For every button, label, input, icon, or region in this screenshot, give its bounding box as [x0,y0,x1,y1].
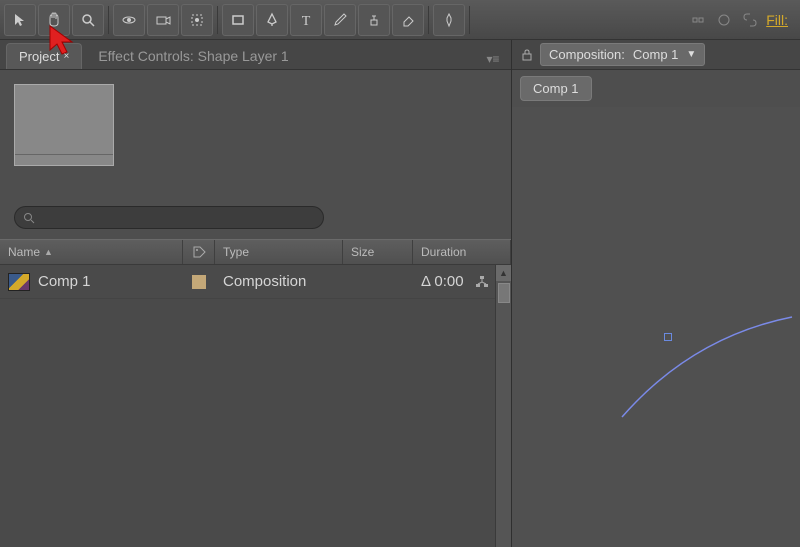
close-icon[interactable]: × [63,51,69,62]
sort-ascending-icon: ▲ [44,247,53,257]
lock-icon[interactable] [520,48,534,62]
composition-thumbnail[interactable] [14,84,114,166]
pen-tool[interactable] [256,4,288,36]
chevron-down-icon: ▼ [686,49,696,60]
project-panel: Project × Effect Controls: Shape Layer 1… [0,40,512,547]
column-type[interactable]: Type [215,240,343,264]
eraser-tool[interactable] [392,4,424,36]
tab-effect-controls[interactable]: Effect Controls: Shape Layer 1 [86,43,300,69]
vertical-scrollbar[interactable]: ▲ [495,265,511,547]
brush-tool[interactable] [324,4,356,36]
table-row[interactable]: Comp 1 Composition Δ 0:00 [0,265,495,299]
column-duration-label: Duration [421,245,466,259]
composition-panel: Composition: Comp 1 ▼ Comp 1 [512,40,800,547]
link-icon[interactable] [740,10,760,30]
pin-tool[interactable] [433,4,465,36]
main-area: Project × Effect Controls: Shape Layer 1… [0,40,800,547]
tag-icon [192,245,206,259]
separator [469,6,470,34]
composition-icon [8,273,30,291]
project-list: Comp 1 Composition Δ 0:00 [0,265,511,547]
selection-tool[interactable] [4,4,36,36]
clone-stamp-tool[interactable] [358,4,390,36]
toggle-icon[interactable] [714,10,734,30]
scroll-up-icon[interactable]: ▲ [496,265,511,281]
row-duration: Δ 0:00 [421,273,464,290]
tab-comp1[interactable]: Comp 1 [520,76,592,101]
snap-icon[interactable] [688,10,708,30]
orbit-tool[interactable] [113,4,145,36]
search-row [0,200,511,239]
zoom-tool[interactable] [72,4,104,36]
camera-tool[interactable] [147,4,179,36]
panel-menu-icon[interactable]: ▾≡ [481,49,505,69]
label-swatch[interactable] [192,275,206,289]
column-size[interactable]: Size [343,240,413,264]
composition-label: Composition: [549,47,625,62]
composition-header: Composition: Comp 1 ▼ [512,40,800,70]
column-size-label: Size [351,245,374,259]
separator [108,6,109,34]
composition-selector[interactable]: Composition: Comp 1 ▼ [540,43,705,66]
separator [428,6,429,34]
flowchart-icon[interactable] [475,275,489,289]
pan-behind-tool[interactable] [181,4,213,36]
row-name: Comp 1 [38,273,91,290]
composition-name: Comp 1 [633,47,679,62]
thumbnail-area [0,70,511,200]
rectangle-tool[interactable] [222,4,254,36]
hand-tool[interactable] [38,4,70,36]
main-toolbar: T Fill: [0,0,800,40]
column-tag[interactable] [183,240,215,264]
shape-path[interactable] [612,307,800,427]
tab-project-label: Project [19,49,59,64]
project-columns: Name ▲ Type Size Duration [0,239,511,265]
fill-label[interactable]: Fill: [766,12,788,28]
column-name-label: Name [8,245,40,259]
search-icon [23,212,35,224]
separator [217,6,218,34]
composition-tabs: Comp 1 [512,70,800,107]
tab-effect-controls-label: Effect Controls: Shape Layer 1 [98,48,288,64]
column-name[interactable]: Name ▲ [0,240,183,264]
svg-text:T: T [302,14,311,28]
scroll-thumb[interactable] [498,283,510,303]
row-type: Composition [223,273,306,290]
column-type-label: Type [223,245,249,259]
left-tabs: Project × Effect Controls: Shape Layer 1… [0,40,511,70]
tab-project[interactable]: Project × [6,43,82,69]
sub-tab-label: Comp 1 [533,81,579,96]
composition-canvas[interactable] [512,107,800,547]
column-duration[interactable]: Duration [413,240,511,264]
text-tool[interactable]: T [290,4,322,36]
search-input[interactable] [14,206,324,229]
vertex-handle[interactable] [664,333,672,341]
